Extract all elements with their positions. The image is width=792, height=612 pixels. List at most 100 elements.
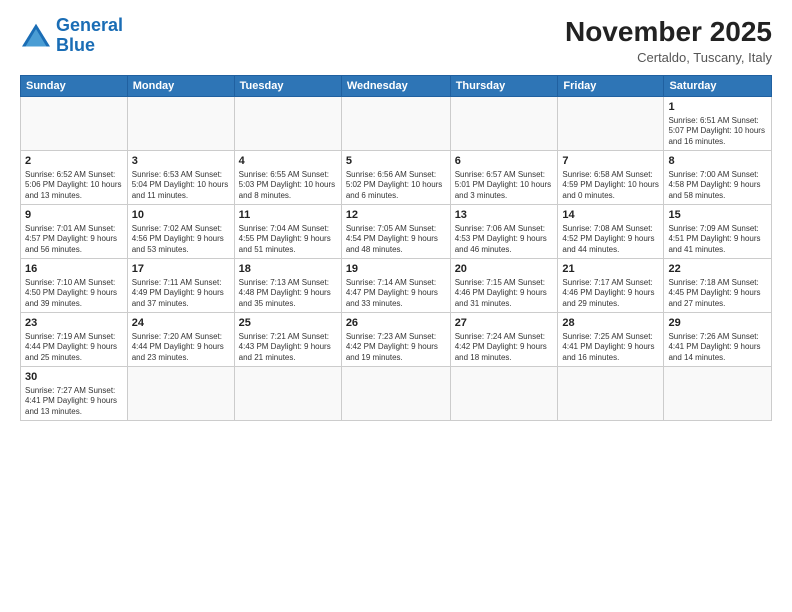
day-info: Sunrise: 7:05 AM Sunset: 4:54 PM Dayligh…: [346, 224, 446, 255]
day-number: 20: [455, 262, 554, 277]
day-cell: [127, 97, 234, 151]
day-number: 4: [239, 154, 337, 169]
day-cell: [21, 97, 128, 151]
location: Certaldo, Tuscany, Italy: [565, 50, 772, 65]
day-number: 13: [455, 208, 554, 223]
logo-blue: Blue: [56, 35, 95, 55]
day-info: Sunrise: 7:13 AM Sunset: 4:48 PM Dayligh…: [239, 278, 337, 309]
week-row-4: 23Sunrise: 7:19 AM Sunset: 4:44 PM Dayli…: [21, 313, 772, 367]
day-number: 19: [346, 262, 446, 277]
day-cell: 8Sunrise: 7:00 AM Sunset: 4:58 PM Daylig…: [664, 151, 772, 205]
day-number: 3: [132, 154, 230, 169]
day-cell: [234, 367, 341, 421]
header-sunday: Sunday: [21, 76, 128, 97]
day-cell: [450, 97, 558, 151]
month-year: November 2025: [565, 16, 772, 48]
logo-general: General: [56, 15, 123, 35]
day-cell: 11Sunrise: 7:04 AM Sunset: 4:55 PM Dayli…: [234, 205, 341, 259]
day-number: 26: [346, 316, 446, 331]
day-number: 28: [562, 316, 659, 331]
day-cell: 13Sunrise: 7:06 AM Sunset: 4:53 PM Dayli…: [450, 205, 558, 259]
day-cell: 1Sunrise: 6:51 AM Sunset: 5:07 PM Daylig…: [664, 97, 772, 151]
day-cell: [127, 367, 234, 421]
day-number: 25: [239, 316, 337, 331]
day-number: 18: [239, 262, 337, 277]
header-tuesday: Tuesday: [234, 76, 341, 97]
day-cell: 29Sunrise: 7:26 AM Sunset: 4:41 PM Dayli…: [664, 313, 772, 367]
day-info: Sunrise: 7:02 AM Sunset: 4:56 PM Dayligh…: [132, 224, 230, 255]
header-wednesday: Wednesday: [341, 76, 450, 97]
day-cell: 23Sunrise: 7:19 AM Sunset: 4:44 PM Dayli…: [21, 313, 128, 367]
day-info: Sunrise: 7:14 AM Sunset: 4:47 PM Dayligh…: [346, 278, 446, 309]
day-info: Sunrise: 7:01 AM Sunset: 4:57 PM Dayligh…: [25, 224, 123, 255]
day-cell: 26Sunrise: 7:23 AM Sunset: 4:42 PM Dayli…: [341, 313, 450, 367]
header: General Blue November 2025 Certaldo, Tus…: [20, 16, 772, 65]
day-number: 8: [668, 154, 767, 169]
day-cell: 21Sunrise: 7:17 AM Sunset: 4:46 PM Dayli…: [558, 259, 664, 313]
day-cell: [558, 97, 664, 151]
day-info: Sunrise: 6:57 AM Sunset: 5:01 PM Dayligh…: [455, 170, 554, 201]
day-cell: 30Sunrise: 7:27 AM Sunset: 4:41 PM Dayli…: [21, 367, 128, 421]
week-row-5: 30Sunrise: 7:27 AM Sunset: 4:41 PM Dayli…: [21, 367, 772, 421]
day-number: 22: [668, 262, 767, 277]
logo: General Blue: [20, 16, 123, 56]
day-number: 30: [25, 370, 123, 385]
day-cell: [234, 97, 341, 151]
day-cell: 22Sunrise: 7:18 AM Sunset: 4:45 PM Dayli…: [664, 259, 772, 313]
day-cell: [664, 367, 772, 421]
day-number: 23: [25, 316, 123, 331]
day-info: Sunrise: 7:15 AM Sunset: 4:46 PM Dayligh…: [455, 278, 554, 309]
day-cell: 27Sunrise: 7:24 AM Sunset: 4:42 PM Dayli…: [450, 313, 558, 367]
day-info: Sunrise: 7:08 AM Sunset: 4:52 PM Dayligh…: [562, 224, 659, 255]
day-cell: 16Sunrise: 7:10 AM Sunset: 4:50 PM Dayli…: [21, 259, 128, 313]
week-row-1: 2Sunrise: 6:52 AM Sunset: 5:06 PM Daylig…: [21, 151, 772, 205]
day-number: 7: [562, 154, 659, 169]
day-cell: 5Sunrise: 6:56 AM Sunset: 5:02 PM Daylig…: [341, 151, 450, 205]
day-number: 15: [668, 208, 767, 223]
calendar: Sunday Monday Tuesday Wednesday Thursday…: [20, 75, 772, 421]
day-cell: 19Sunrise: 7:14 AM Sunset: 4:47 PM Dayli…: [341, 259, 450, 313]
header-monday: Monday: [127, 76, 234, 97]
day-number: 1: [668, 100, 767, 115]
day-cell: 10Sunrise: 7:02 AM Sunset: 4:56 PM Dayli…: [127, 205, 234, 259]
day-number: 9: [25, 208, 123, 223]
day-cell: 2Sunrise: 6:52 AM Sunset: 5:06 PM Daylig…: [21, 151, 128, 205]
day-info: Sunrise: 6:56 AM Sunset: 5:02 PM Dayligh…: [346, 170, 446, 201]
day-info: Sunrise: 6:53 AM Sunset: 5:04 PM Dayligh…: [132, 170, 230, 201]
day-info: Sunrise: 7:09 AM Sunset: 4:51 PM Dayligh…: [668, 224, 767, 255]
day-info: Sunrise: 7:04 AM Sunset: 4:55 PM Dayligh…: [239, 224, 337, 255]
day-number: 27: [455, 316, 554, 331]
day-cell: 3Sunrise: 6:53 AM Sunset: 5:04 PM Daylig…: [127, 151, 234, 205]
day-number: 16: [25, 262, 123, 277]
day-info: Sunrise: 6:51 AM Sunset: 5:07 PM Dayligh…: [668, 116, 767, 147]
day-number: 11: [239, 208, 337, 223]
week-row-2: 9Sunrise: 7:01 AM Sunset: 4:57 PM Daylig…: [21, 205, 772, 259]
day-info: Sunrise: 7:27 AM Sunset: 4:41 PM Dayligh…: [25, 386, 123, 417]
day-info: Sunrise: 6:55 AM Sunset: 5:03 PM Dayligh…: [239, 170, 337, 201]
day-info: Sunrise: 7:20 AM Sunset: 4:44 PM Dayligh…: [132, 332, 230, 363]
page: General Blue November 2025 Certaldo, Tus…: [0, 0, 792, 612]
weekday-header-row: Sunday Monday Tuesday Wednesday Thursday…: [21, 76, 772, 97]
day-cell: 9Sunrise: 7:01 AM Sunset: 4:57 PM Daylig…: [21, 205, 128, 259]
day-number: 14: [562, 208, 659, 223]
day-cell: 17Sunrise: 7:11 AM Sunset: 4:49 PM Dayli…: [127, 259, 234, 313]
day-number: 6: [455, 154, 554, 169]
day-cell: 12Sunrise: 7:05 AM Sunset: 4:54 PM Dayli…: [341, 205, 450, 259]
day-info: Sunrise: 7:10 AM Sunset: 4:50 PM Dayligh…: [25, 278, 123, 309]
day-cell: 25Sunrise: 7:21 AM Sunset: 4:43 PM Dayli…: [234, 313, 341, 367]
calendar-body: 1Sunrise: 6:51 AM Sunset: 5:07 PM Daylig…: [21, 97, 772, 421]
day-info: Sunrise: 7:11 AM Sunset: 4:49 PM Dayligh…: [132, 278, 230, 309]
week-row-3: 16Sunrise: 7:10 AM Sunset: 4:50 PM Dayli…: [21, 259, 772, 313]
day-cell: 24Sunrise: 7:20 AM Sunset: 4:44 PM Dayli…: [127, 313, 234, 367]
week-row-0: 1Sunrise: 6:51 AM Sunset: 5:07 PM Daylig…: [21, 97, 772, 151]
day-cell: 7Sunrise: 6:58 AM Sunset: 4:59 PM Daylig…: [558, 151, 664, 205]
day-number: 17: [132, 262, 230, 277]
day-info: Sunrise: 7:00 AM Sunset: 4:58 PM Dayligh…: [668, 170, 767, 201]
day-info: Sunrise: 7:06 AM Sunset: 4:53 PM Dayligh…: [455, 224, 554, 255]
day-info: Sunrise: 6:58 AM Sunset: 4:59 PM Dayligh…: [562, 170, 659, 201]
header-friday: Friday: [558, 76, 664, 97]
day-cell: [341, 367, 450, 421]
day-cell: 28Sunrise: 7:25 AM Sunset: 4:41 PM Dayli…: [558, 313, 664, 367]
day-cell: 18Sunrise: 7:13 AM Sunset: 4:48 PM Dayli…: [234, 259, 341, 313]
header-thursday: Thursday: [450, 76, 558, 97]
